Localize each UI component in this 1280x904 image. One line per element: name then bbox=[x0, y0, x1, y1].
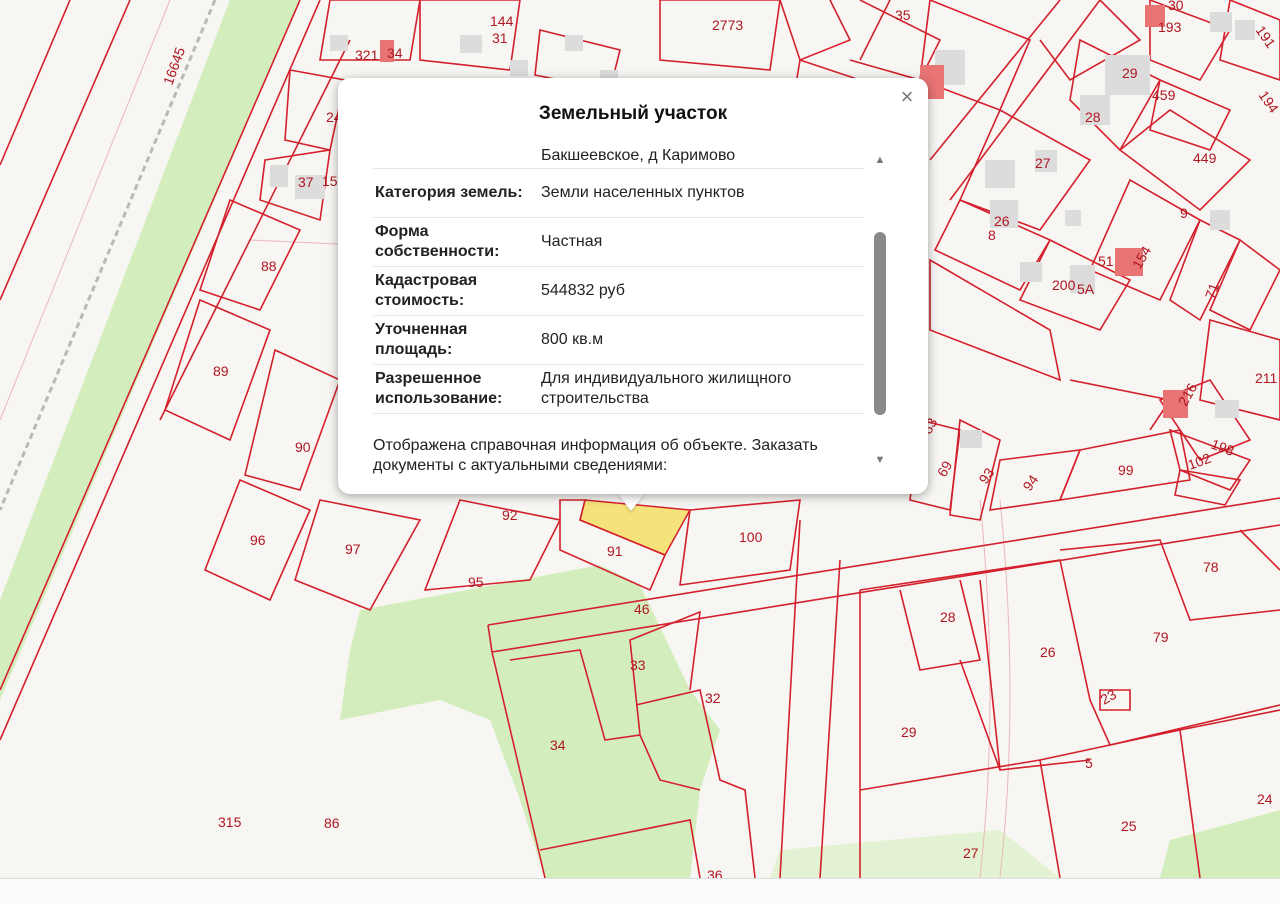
plot-number-label: 94 bbox=[1019, 472, 1041, 494]
plot-number-label: 16645 bbox=[160, 45, 188, 87]
plot-number-label: 93 bbox=[975, 465, 997, 487]
plot-number-label: 321 bbox=[355, 47, 379, 63]
plot-number-label: 71 bbox=[1202, 281, 1222, 301]
plot-number-label: 90 bbox=[295, 439, 311, 455]
plot-number-label: 9 bbox=[1180, 205, 1188, 221]
plot-number-label: 193 bbox=[1158, 19, 1182, 35]
table-row: Форма собственности: Частная bbox=[373, 217, 865, 267]
plot-number-label: 35 bbox=[895, 7, 911, 23]
row-value: Для индивидуального жилищного строительс… bbox=[537, 364, 865, 414]
plot-number-label: 25 bbox=[1121, 818, 1137, 834]
popup-title: Земельный участок bbox=[538, 103, 728, 124]
plot-number-label: 211 bbox=[1255, 370, 1278, 386]
plot-number-label: 86 bbox=[324, 815, 340, 831]
close-icon[interactable]: × bbox=[895, 85, 919, 109]
plot-number-label: 89 bbox=[213, 363, 229, 379]
plot-number-label: 95 bbox=[468, 574, 484, 590]
parcel-attributes-table: Бакшеевское, д Каримово Категория земель… bbox=[373, 144, 865, 414]
plot-number-label: 33 bbox=[630, 657, 646, 673]
popup-body[interactable]: Бакшеевское, д Каримово Категория земель… bbox=[373, 144, 865, 474]
plot-number-label: 23 bbox=[1098, 686, 1120, 708]
table-row: Разрешенное использование: Для индивидуа… bbox=[373, 364, 865, 414]
plot-number-label: 32 bbox=[705, 690, 721, 706]
plot-number-label: 99 bbox=[1118, 462, 1134, 478]
plot-number-label: 27 bbox=[963, 845, 979, 861]
plot-number-label: 37 bbox=[298, 174, 314, 190]
table-row: Уточненная площадь: 800 кв.м bbox=[373, 315, 865, 365]
plot-number-label: 5А bbox=[1077, 281, 1095, 297]
plot-number-label: 88 bbox=[261, 258, 277, 274]
plot-number-label: 2773 bbox=[712, 17, 743, 33]
plot-number-label: 200 bbox=[1052, 277, 1076, 293]
plot-number-label: 26 bbox=[1040, 644, 1056, 660]
plot-number-label: 79 bbox=[1153, 629, 1169, 645]
scroll-down-icon[interactable]: ▼ bbox=[872, 454, 888, 466]
plot-number-label: 8 bbox=[988, 227, 996, 243]
plot-number-label: 31 bbox=[492, 30, 508, 46]
row-value: Земли населенных пунктов bbox=[537, 168, 865, 218]
plot-number-label: 34 bbox=[387, 45, 403, 61]
row-key: Уточненная площадь: bbox=[373, 315, 537, 365]
row-value: Частная bbox=[537, 217, 865, 267]
plot-number-label: 78 bbox=[1203, 559, 1219, 575]
popup-scrollbar[interactable]: ▲ ▼ bbox=[872, 154, 888, 466]
plot-number-label: 15 bbox=[322, 173, 338, 189]
plot-number-label: 216 bbox=[1175, 380, 1201, 408]
row-key: Разрешенное использование: bbox=[373, 364, 537, 414]
plot-number-label: 28 bbox=[1085, 109, 1101, 125]
plot-number-label: 100 bbox=[739, 529, 763, 545]
plot-number-label: 51 bbox=[1098, 253, 1114, 269]
plot-number-label: 29 bbox=[1122, 65, 1138, 81]
plot-number-label: 5 bbox=[1085, 755, 1093, 771]
plot-number-label: 144 bbox=[490, 13, 514, 29]
plot-number-label: 27 bbox=[1035, 155, 1051, 171]
table-row: Категория земель: Земли населенных пункт… bbox=[373, 168, 865, 218]
plot-number-label: 449 bbox=[1193, 150, 1217, 166]
plot-number-label: 30 bbox=[1168, 0, 1184, 13]
reference-note: Отображена справочная информация об объе… bbox=[373, 437, 818, 474]
table-row: Кадастровая стоимость: 544832 руб bbox=[373, 266, 865, 316]
partial-address: Бакшеевское, д Каримово bbox=[537, 144, 865, 169]
plot-number-label: 24 bbox=[1257, 791, 1273, 807]
plot-number-label: 194 bbox=[1256, 88, 1280, 116]
plot-number-label: 96 bbox=[250, 532, 266, 548]
bottom-strip bbox=[0, 878, 1280, 904]
plot-number-label: 315 bbox=[218, 814, 242, 830]
parcel-info-popup: Земельный участок × Бакшеевское, д Карим… bbox=[338, 78, 928, 494]
plot-number-label: 28 bbox=[940, 609, 956, 625]
row-key: Категория земель: bbox=[373, 168, 537, 218]
plot-number-label: 459 bbox=[1152, 87, 1176, 103]
plot-number-label: 69 bbox=[934, 458, 956, 480]
table-row: Бакшеевское, д Каримово bbox=[373, 144, 865, 169]
plot-number-label: 34 bbox=[550, 737, 566, 753]
plot-number-label: 92 bbox=[502, 507, 518, 523]
plot-number-label: 97 bbox=[345, 541, 361, 557]
plot-number-label: 102 bbox=[1186, 450, 1214, 473]
plot-number-label: 26 bbox=[994, 213, 1010, 229]
scroll-thumb[interactable] bbox=[874, 232, 886, 415]
row-value: 800 кв.м bbox=[537, 315, 865, 365]
plot-number-label: 29 bbox=[901, 724, 917, 740]
row-key: Форма собственности: bbox=[373, 217, 537, 267]
plot-number-label: 154 bbox=[1129, 243, 1155, 271]
plot-number-label: 36 bbox=[707, 867, 723, 878]
plot-number-label: 198 bbox=[1209, 436, 1237, 459]
plot-number-label: 91 bbox=[607, 543, 623, 559]
plot-number-label: 46 bbox=[634, 601, 650, 617]
row-value: 544832 руб bbox=[537, 266, 865, 316]
popup-tail bbox=[617, 493, 645, 511]
scroll-up-icon[interactable]: ▲ bbox=[872, 154, 888, 166]
row-key: Кадастровая стоимость: bbox=[373, 266, 537, 316]
plot-number-label: 191 bbox=[1253, 23, 1280, 51]
